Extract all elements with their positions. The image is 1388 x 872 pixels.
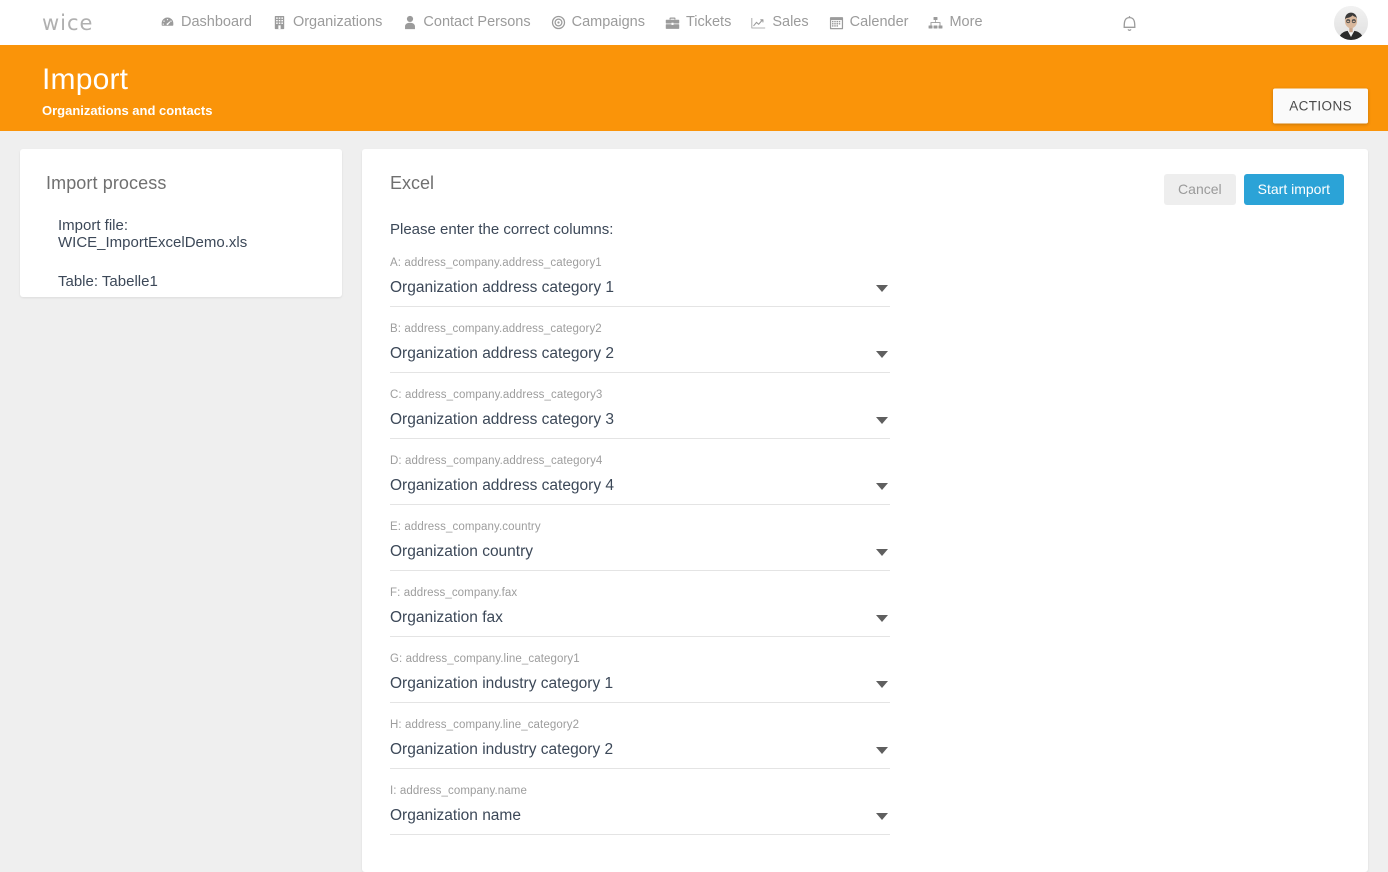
mapping-field-label: E: address_company.country [390,521,541,534]
instruction-text: Please enter the correct columns: [390,221,614,239]
dashboard-icon [160,15,175,30]
nav-item-tickets[interactable]: Tickets [665,15,731,30]
briefcase-icon [665,15,680,30]
mapping-select-value: Organization address category 2 [390,345,615,363]
mapping-field: D: address_company.address_category4 Orga… [390,455,890,506]
mapping-field-label: D: address_company.address_category4 [390,455,603,468]
nav-item-label: Calender [849,14,909,31]
mapping-select[interactable]: Organization country [390,543,890,572]
mapping-card-header: Excel Cancel Start import [390,173,1344,206]
mapping-select[interactable]: Organization fax [390,609,890,638]
chevron-down-icon[interactable] [876,548,888,556]
nav-item-campaigns[interactable]: Campaigns [551,15,645,30]
nav-item-organizations[interactable]: Organizations [272,15,382,30]
mapping-field: G: address_company.line_category1 Organiz… [390,653,890,704]
mapping-field-label: G: address_company.line_category1 [390,653,580,666]
import-process-card: Import process Import file: WICE_ImportE… [20,149,342,297]
mapping-field: C: address_company.address_category3 Orga… [390,389,890,440]
mapping-select-value: Organization name [390,807,521,825]
nav-item-label: Contact Persons [423,14,531,31]
nav-item-label: Tickets [685,14,732,31]
chevron-down-icon[interactable] [876,482,888,490]
nav-item-label: Organizations [292,14,383,31]
mapping-select-value: Organization address category 1 [390,279,615,297]
mapping-select[interactable]: Organization industry category 1 [390,675,890,704]
top-navbar: wice Dashboard Organizations Contact Perso… [0,0,1388,48]
mapping-select[interactable]: Organization address category 1 [390,279,890,308]
person-icon [402,15,417,30]
import-process-heading: Import process [46,173,167,193]
mapping-select[interactable]: Organization industry category 2 [390,741,890,770]
nav-item-label: Dashboard [181,14,252,31]
navbar-right [1110,0,1388,45]
target-icon [551,15,566,30]
content-area: Import process Import file: WICE_ImportE… [0,131,1388,872]
cancel-button[interactable]: Cancel [1164,174,1236,206]
nav-item-contact-persons[interactable]: Contact Persons [402,14,531,31]
nav-items: Dashboard Organizations Contact Persons Cam… [160,15,983,30]
brand[interactable]: wice [0,11,160,35]
start-import-button[interactable]: Start import [1243,174,1344,206]
mapping-field: H: address_company.line_category2 Organiz… [390,719,890,770]
excel-mapping-card: Excel Cancel Start import Please enter t… [362,149,1368,872]
nav-item-label: Sales [772,14,809,31]
nav-item-dashboard[interactable]: Dashboard [160,15,252,30]
mapping-field: A: address_company.address_category1 Orga… [390,257,890,308]
nav-item-label: Campaigns [571,14,645,31]
chevron-down-icon[interactable] [876,746,888,754]
mapping-select-value: Organization industry category 1 [390,675,614,693]
page-header: Import Organizations and contacts ACTION… [0,48,1388,131]
column-mapping-fields: A: address_company.address_category1 Orga… [390,257,1344,836]
nav-item-calender[interactable]: Calender [829,14,909,31]
building-icon [272,15,287,30]
mapping-field-label: F: address_company.fax [390,587,518,600]
mapping-select[interactable]: Organization name [390,807,890,836]
nav-item-more[interactable]: More [928,14,983,31]
actions-button[interactable]: ACTIONS [1273,88,1368,124]
import-table-info: Table: Tabelle1 [58,273,158,290]
page-subtitle: Organizations and contacts [42,103,213,118]
mapping-field-label: I: address_company.name [390,785,527,798]
nav-item-label: More [949,14,983,31]
mapping-field: B: address_company.address_category2 Orga… [390,323,890,374]
chart-line-icon [751,15,766,30]
sitemap-icon [928,15,943,30]
excel-heading: Excel [390,173,435,193]
mapping-select-value: Organization address category 4 [390,477,615,495]
chevron-down-icon[interactable] [876,350,888,358]
mapping-field-label: A: address_company.address_category1 [390,257,602,270]
import-file-info: Import file: WICE_ImportExcelDemo.xls [58,217,248,251]
mapping-field: F: address_company.fax Organization fax [390,587,890,638]
mapping-select[interactable]: Organization address category 4 [390,477,890,506]
mapping-field: E: address_company.country Organization c… [390,521,890,572]
nav-item-sales[interactable]: Sales [751,14,809,31]
mapping-select-value: Organization country [390,543,534,561]
mapping-select[interactable]: Organization address category 2 [390,345,890,374]
mapping-field-label: B: address_company.address_category2 [390,323,602,336]
calendar-icon [829,15,844,30]
chevron-down-icon[interactable] [876,284,888,292]
mapping-select[interactable]: Organization address category 3 [390,411,890,440]
mapping-select-value: Organization address category 3 [390,411,615,429]
wice-logo: wice [42,10,94,35]
mapping-actions: Cancel Start import [1164,174,1344,206]
chevron-down-icon[interactable] [876,416,888,424]
chevron-down-icon[interactable] [876,680,888,688]
mapping-field-label: C: address_company.address_category3 [390,389,603,402]
mapping-select-value: Organization industry category 2 [390,741,614,759]
bell-icon[interactable] [1110,4,1148,42]
mapping-field-label: H: address_company.line_category2 [390,719,580,732]
avatar[interactable] [1334,5,1368,40]
chevron-down-icon[interactable] [876,812,888,820]
mapping-select-value: Organization fax [390,609,503,627]
chevron-down-icon[interactable] [876,614,888,622]
mapping-field: I: address_company.name Organization name [390,785,890,836]
page-title: Import [42,63,129,96]
